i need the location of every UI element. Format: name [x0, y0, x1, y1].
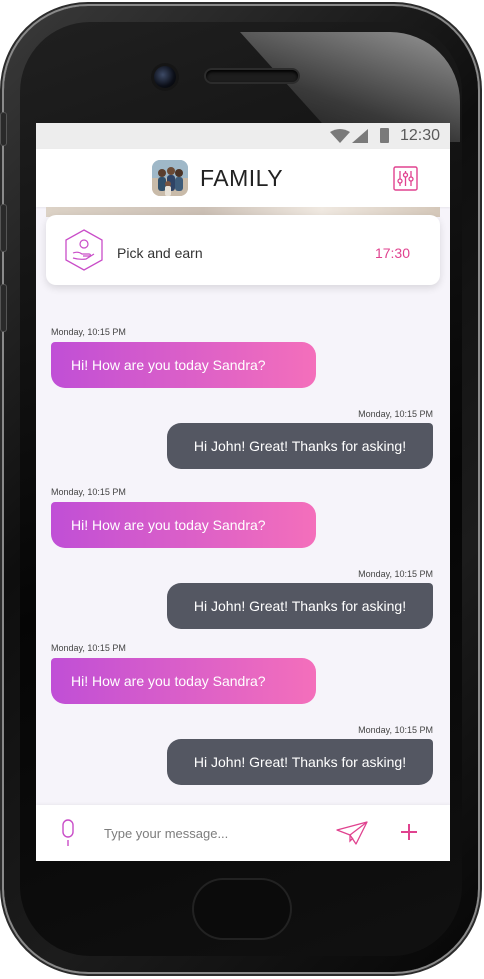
chat-header: FAMILY: [36, 149, 450, 207]
message-timestamp: Monday, 10:15 PM: [51, 487, 126, 497]
hand-coin-icon: [65, 229, 103, 271]
app-screen: 12:30 FAMILY Pick and earn 17:30 Monday,…: [36, 123, 450, 861]
message-input[interactable]: [104, 822, 304, 844]
message-timestamp: Monday, 10:15 PM: [358, 569, 433, 579]
message-timestamp: Monday, 10:15 PM: [358, 725, 433, 735]
plus-icon[interactable]: [398, 821, 420, 843]
outgoing-message-bubble[interactable]: Hi John! Great! Thanks for asking!: [167, 423, 433, 469]
incoming-message-bubble[interactable]: Hi! How are you today Sandra?: [51, 502, 316, 548]
incoming-message-bubble[interactable]: Hi! How are you today Sandra?: [51, 658, 316, 704]
status-bar: 12:30: [36, 123, 450, 149]
wifi-icon: [330, 129, 350, 143]
message-timestamp: Monday, 10:15 PM: [51, 643, 126, 653]
phone-volume-up: [0, 204, 7, 252]
outgoing-message-bubble[interactable]: Hi John! Great! Thanks for asking!: [167, 583, 433, 629]
status-time: 12:30: [399, 127, 440, 144]
outgoing-message-bubble[interactable]: Hi John! Great! Thanks for asking!: [167, 739, 433, 785]
settings-sliders-icon[interactable]: [393, 166, 418, 191]
chat-title: FAMILY: [200, 165, 284, 191]
phone-speaker: [206, 70, 298, 82]
incoming-message-bubble[interactable]: Hi! How are you today Sandra?: [51, 342, 316, 388]
send-icon[interactable]: [336, 821, 368, 845]
microphone-icon[interactable]: [60, 819, 76, 847]
phone-volume-down: [0, 284, 7, 332]
phone-camera: [154, 66, 176, 88]
task-label: Pick and earn: [117, 245, 203, 261]
battery-icon: [380, 128, 389, 143]
group-avatar[interactable]: [152, 160, 188, 196]
phone-home-button: [194, 880, 290, 938]
message-timestamp: Monday, 10:15 PM: [51, 327, 126, 337]
group-photo: [152, 160, 188, 196]
task-card[interactable]: Pick and earn 17:30: [46, 215, 440, 285]
message-timestamp: Monday, 10:15 PM: [358, 409, 433, 419]
message-composer: [36, 805, 450, 861]
signal-icon: [352, 129, 368, 143]
phone-silent-switch: [0, 112, 7, 146]
task-time: 17:30: [374, 245, 410, 261]
